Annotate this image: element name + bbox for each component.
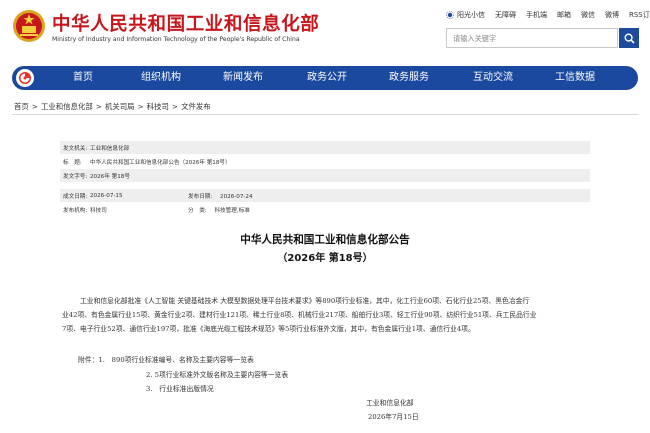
body-line: 业42项、有色金属行业15项、黄金行业2项、建材行业121项、稀土行业8项、机械… bbox=[62, 311, 537, 319]
signature: 工业和信息化部 bbox=[366, 399, 414, 407]
document-number: （2026年 第18号） bbox=[277, 253, 373, 264]
national-emblem-icon[interactable] bbox=[12, 9, 46, 43]
toplink-mail[interactable]: 邮箱 bbox=[552, 10, 576, 20]
meta-published-label: 发布日期: bbox=[188, 193, 213, 200]
toplink-accessibility[interactable]: 无障碍 bbox=[490, 10, 521, 20]
nav-organization[interactable]: 组织机构 bbox=[126, 66, 196, 90]
document-title: 中华人民共和国工业和信息化部公告 bbox=[240, 234, 410, 246]
nav-news[interactable]: 新闻发布 bbox=[208, 66, 278, 90]
meta-written-label: 成文日期: bbox=[63, 193, 88, 200]
body-line: 7项、电子行业52项、通信行业197项，批准《海底光缆工程技术规范》等5项行业标… bbox=[62, 325, 475, 333]
meta-issuer-label: 发文机关: bbox=[63, 145, 88, 152]
main-nav: 首页 组织机构 新闻发布 政务公开 政务服务 互动交流 工信数据 bbox=[12, 66, 638, 90]
meta-issuer-row: 发文机关: 工业和信息化部 bbox=[60, 141, 590, 155]
sign-date: 2026年7月15日 bbox=[368, 413, 419, 421]
meta-agency-row: 发布机构: 科技司 分 类: 科技管理,标准 bbox=[60, 203, 590, 217]
meta-dates-row: 成文日期: 2026-07-15 发布日期: 2026-07-24 bbox=[60, 189, 590, 203]
nav-home[interactable]: 首页 bbox=[56, 66, 110, 90]
meta-category: 分 类: 科技管理,标准 bbox=[188, 206, 250, 214]
meta-docno-label: 发文字号: bbox=[63, 173, 88, 180]
body-line: 工业和信息化部批准《人工智能 关键基础技术 大模型数据处理平台技术要求》等890… bbox=[80, 297, 530, 305]
site-subtitle-en: Ministry of Industry and Information Tec… bbox=[52, 36, 300, 43]
search-icon bbox=[623, 32, 635, 44]
site-header: 中华人民共和国工业和信息化部 Ministry of Industry and … bbox=[0, 0, 650, 58]
breadcrumb-divider bbox=[12, 114, 638, 115]
toplink-mobile[interactable]: 手机端 bbox=[521, 10, 552, 20]
toplink-weibo[interactable]: 微博 bbox=[600, 10, 624, 20]
swirl-logo-icon bbox=[19, 72, 31, 84]
document-meta-table: 发文机关: 工业和信息化部 标 题: 中华人民共和国工业和信息化部公告（2026… bbox=[60, 141, 590, 217]
search-button[interactable] bbox=[619, 28, 639, 48]
nav-interaction[interactable]: 互动交流 bbox=[458, 66, 528, 90]
meta-docno-value: 2026年 第18号 bbox=[90, 173, 130, 180]
meta-agency-label: 发布机构: bbox=[63, 207, 88, 214]
nav-services[interactable]: 政务服务 bbox=[374, 66, 444, 90]
breadcrumb-departments[interactable]: 机关司局 bbox=[105, 102, 135, 111]
toplink-rss[interactable]: RSS订阅 bbox=[624, 10, 650, 20]
meta-category-value: 科技管理,标准 bbox=[214, 207, 250, 214]
breadcrumb-science-dept[interactable]: 科技司 bbox=[147, 102, 169, 111]
breadcrumb-documents[interactable]: 文件发布 bbox=[181, 102, 211, 111]
nav-data[interactable]: 工信数据 bbox=[540, 66, 610, 90]
meta-title-label: 标 题: bbox=[63, 159, 82, 166]
meta-agency-value: 科技司 bbox=[90, 207, 107, 214]
meta-written-value: 2026-07-15 bbox=[90, 192, 123, 199]
toplink-sunshine[interactable]: 阳光小信 bbox=[446, 10, 490, 20]
breadcrumb: 首页 > 工业和信息化部 > 机关司局 > 科技司 > 文件发布 bbox=[14, 102, 211, 111]
meta-published-value: 2026-07-24 bbox=[220, 193, 253, 200]
search-input[interactable]: 请输入关键字 bbox=[446, 28, 618, 48]
sun-icon bbox=[446, 11, 454, 19]
meta-docno-row: 发文字号: 2026年 第18号 bbox=[60, 169, 590, 183]
attachment-3[interactable]: 3. 行业标准出版情况 bbox=[146, 383, 214, 393]
site-title[interactable]: 中华人民共和国工业和信息化部 bbox=[52, 10, 319, 36]
attachment-1[interactable]: 附件：1. 890项行业标准编号、名称及主要内容等一览表 bbox=[78, 354, 254, 364]
meta-title-value: 中华人民共和国工业和信息化部公告（2026年 第18号） bbox=[90, 159, 231, 166]
top-links: 阳光小信 无障碍 手机端 邮箱 微信 微博 RSS订阅 bbox=[446, 10, 650, 20]
meta-category-label: 分 类: bbox=[188, 207, 207, 214]
nav-logo-icon[interactable] bbox=[16, 69, 34, 87]
meta-issuer-value: 工业和信息化部 bbox=[90, 145, 130, 152]
attachment-2[interactable]: 2. 5项行业标准外文版名称及主要内容等一览表 bbox=[146, 369, 288, 379]
breadcrumb-home[interactable]: 首页 bbox=[14, 102, 29, 111]
meta-title-row: 标 题: 中华人民共和国工业和信息化部公告（2026年 第18号） bbox=[60, 155, 590, 169]
document-body: 工业和信息化部批准《人工智能 关键基础技术 大模型数据处理平台技术要求》等890… bbox=[62, 294, 602, 336]
nav-government-affairs[interactable]: 政务公开 bbox=[292, 66, 362, 90]
breadcrumb-ministry[interactable]: 工业和信息化部 bbox=[41, 102, 93, 111]
toplink-label: 阳光小信 bbox=[457, 11, 485, 19]
toplink-wechat[interactable]: 微信 bbox=[576, 10, 600, 20]
meta-published: 发布日期: 2026-07-24 bbox=[188, 192, 253, 200]
